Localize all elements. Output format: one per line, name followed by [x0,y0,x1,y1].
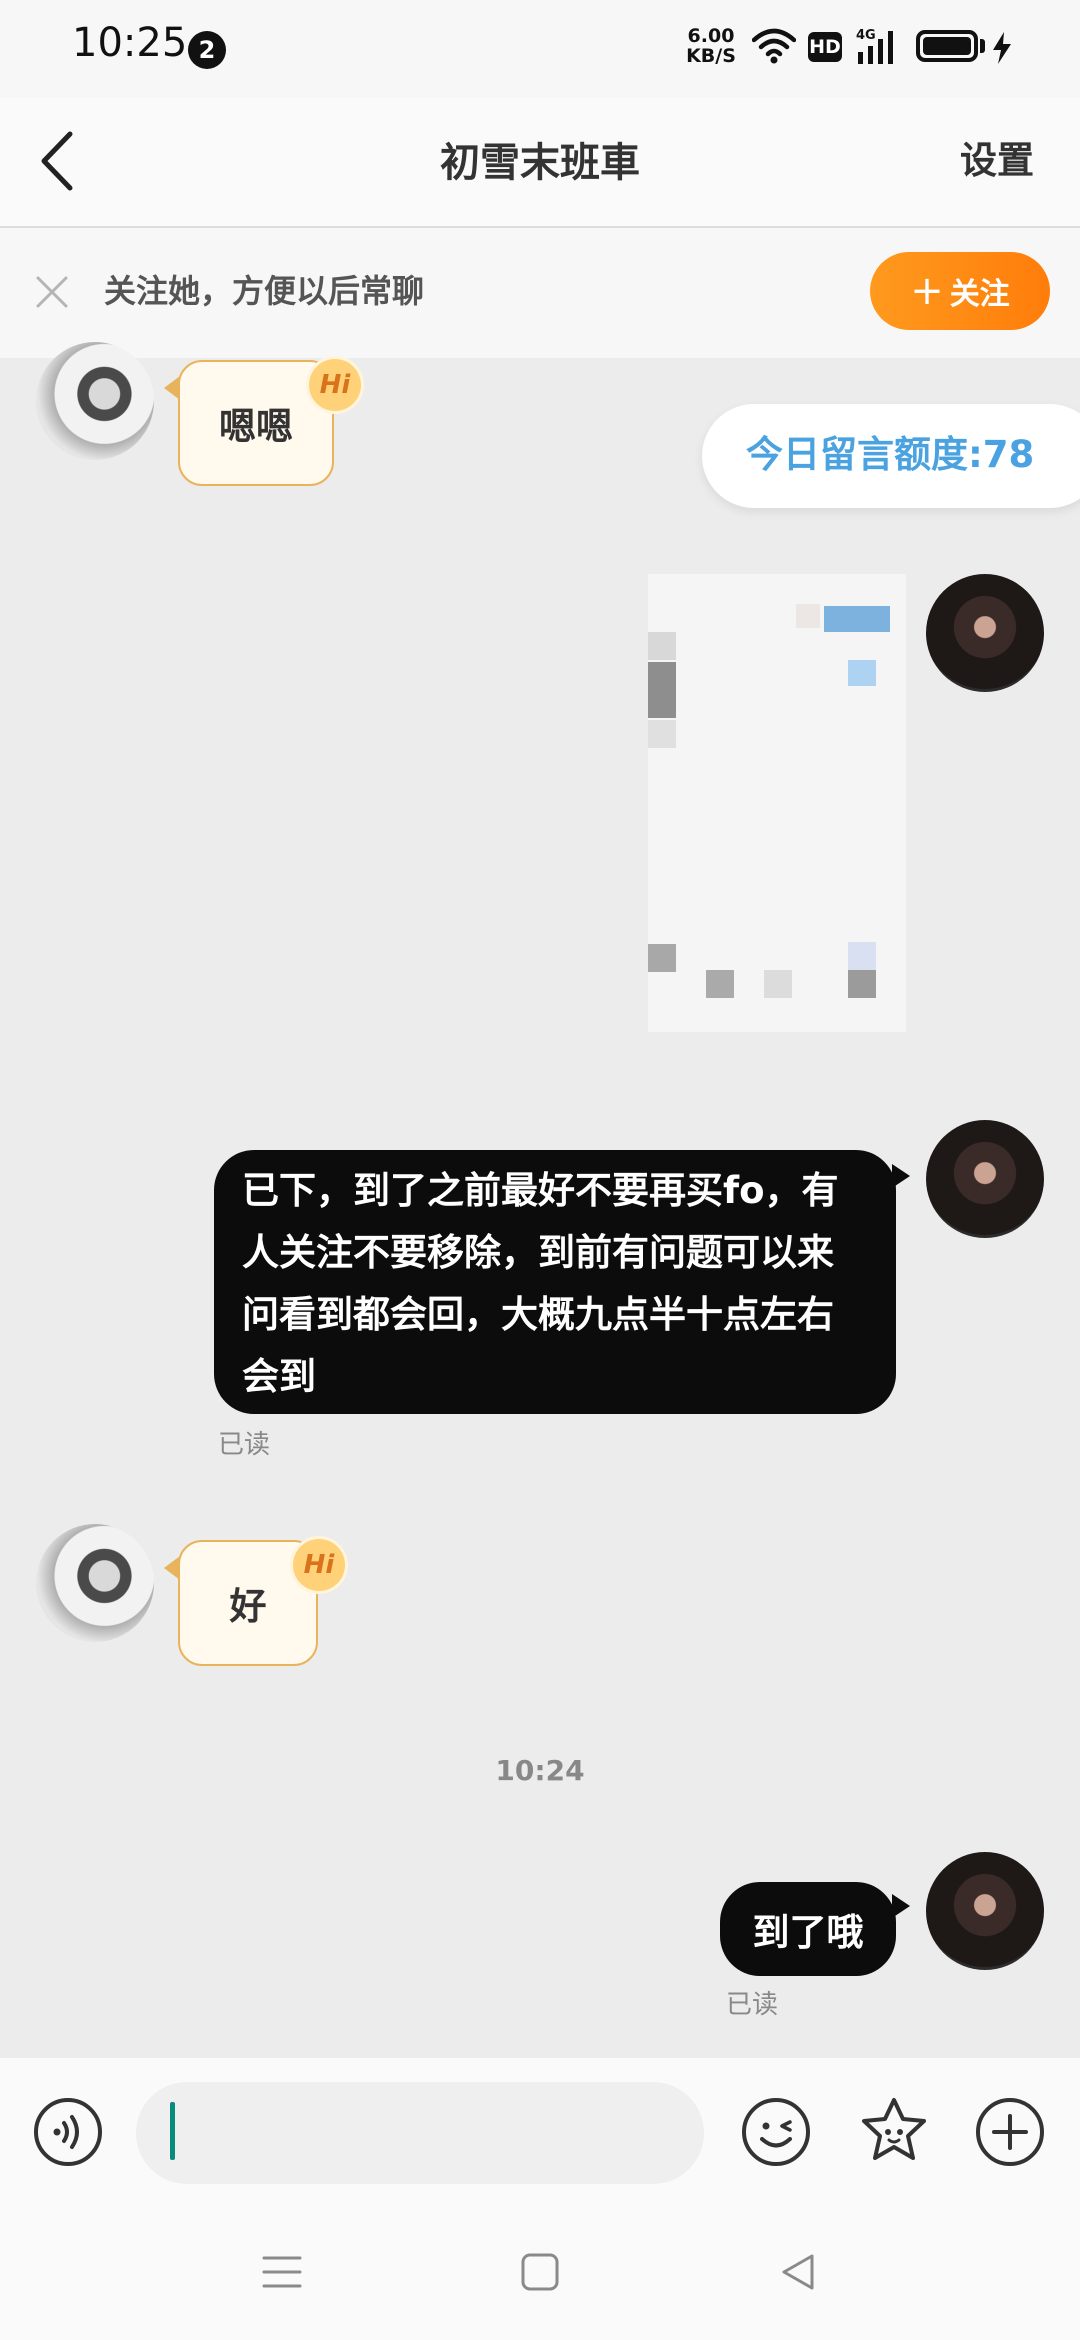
chevron-left-icon[interactable] [34,128,84,194]
image-pixel [824,606,890,632]
follow-button-label: 关注 [949,277,1010,312]
follow-prompt-text: 关注她，方便以后常聊 [104,272,425,310]
home-square-icon[interactable] [518,2250,562,2294]
bubble-tail [892,1894,910,1918]
network-type: 4G [856,28,876,43]
image-pixel [648,632,676,660]
star-sticker-icon[interactable] [858,2094,930,2166]
image-pixel [848,942,876,970]
message-input[interactable] [136,2082,704,2184]
wifi-icon [752,28,796,64]
image-pixel [648,720,676,748]
battery-tip [980,39,985,53]
emoji-icon[interactable] [740,2096,812,2168]
charging-bolt-icon [993,32,1011,64]
notification-count-badge: 2 [188,31,226,69]
message-line: 会到 [242,1355,316,1398]
image-pixel [848,660,876,686]
network-speed-unit: KB/S [686,45,736,67]
text-cursor [170,2102,175,2160]
message-line: 已下，到了之前最好不要再买fo，有 [242,1169,839,1212]
message-text: 嗯嗯 [219,405,293,448]
avatar-self[interactable] [926,574,1044,692]
image-pixel [848,970,876,998]
read-receipt: 已读 [218,1430,271,1460]
shared-image[interactable] [648,574,906,1032]
battery-icon [916,30,978,62]
read-receipt: 已读 [726,1990,779,2020]
image-pixel [648,944,676,972]
image-pixel [706,970,734,998]
time-divider: 10:24 [495,1754,585,1787]
message-bubble-outgoing[interactable]: 到了哦 [720,1882,896,1976]
avatar-other[interactable] [36,342,154,460]
settings-button[interactable]: 设置 [960,130,1034,184]
message-line: 问看到都会回，大概九点半十点左右 [242,1293,834,1336]
voice-icon[interactable] [32,2096,104,2168]
message-text: 到了哦 [752,1911,864,1954]
image-pixel [796,604,820,628]
close-icon[interactable] [34,274,70,310]
network-speed: 6.00 KB/S [682,26,740,66]
menu-icon[interactable] [260,2250,304,2294]
cellular-signal-icon: 4G [856,28,893,64]
avatar-self[interactable] [926,1852,1044,1970]
back-triangle-icon[interactable] [776,2250,820,2294]
message-bubble-outgoing[interactable]: 已下，到了之前最好不要再买fo，有 人关注不要移除，到前有问题可以来 问看到都会… [214,1150,896,1414]
message-line: 人关注不要移除，到前有问题可以来 [242,1231,834,1274]
image-pixel [648,662,676,718]
chat-title: 初雪末班車 [440,140,640,186]
status-time: 10:25 [72,20,188,66]
message-text: 好 [229,1585,267,1628]
image-pixel [764,970,792,998]
plus-circle-icon[interactable] [974,2096,1046,2168]
plus-icon: + [910,268,944,314]
bubble-tail [892,1164,910,1188]
network-speed-value: 6.00 [687,25,735,47]
quota-text: 今日留言额度:78 [746,433,1035,476]
battery-fill [923,37,971,55]
hi-badge: Hi [290,1536,348,1594]
hd-icon: HD [808,32,842,62]
hi-badge: Hi [306,356,364,414]
avatar-other[interactable] [36,1524,154,1642]
follow-button[interactable]: + 关注 [870,252,1050,330]
avatar-self[interactable] [926,1120,1044,1238]
